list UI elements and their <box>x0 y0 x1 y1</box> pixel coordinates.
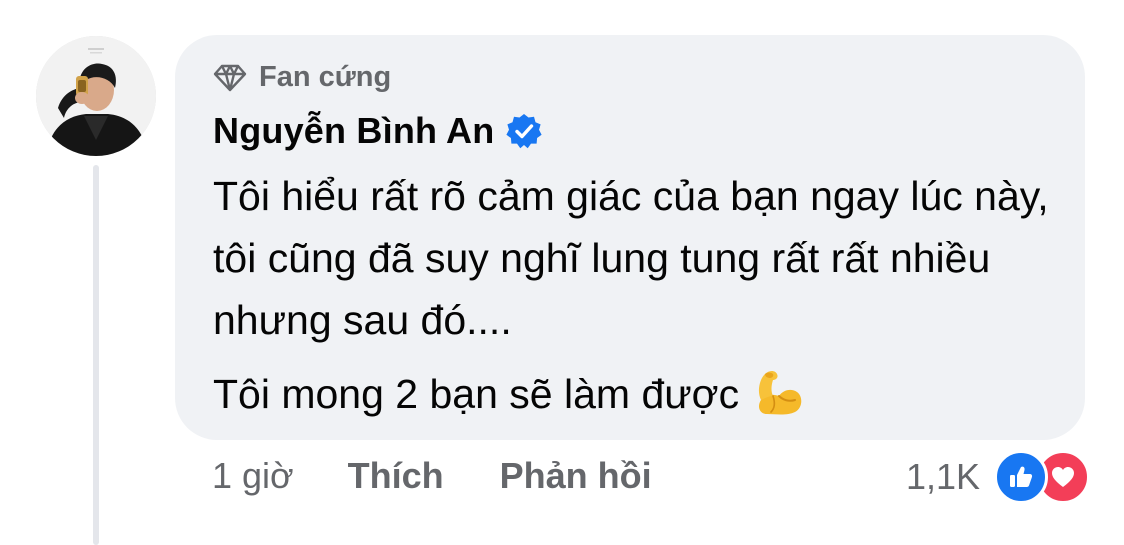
comment-text: Tôi hiểu rất rõ cảm giác của bạn ngay lú… <box>213 165 1073 435</box>
like-reaction-icon <box>994 450 1048 504</box>
flexed-biceps-emoji <box>753 366 805 435</box>
badge-label: Fan cứng <box>259 61 392 93</box>
timestamp[interactable]: 1 giờ <box>212 455 294 497</box>
avatar[interactable] <box>36 36 156 156</box>
reply-button[interactable]: Phản hồi <box>500 455 652 497</box>
verified-badge-icon <box>506 114 543 149</box>
author-name[interactable]: Nguyễn Bình An <box>213 110 494 152</box>
top-fan-badge[interactable]: Fan cứng <box>213 61 391 94</box>
reaction-count: 1,1K <box>905 456 980 497</box>
comment-paragraph: Tôi hiểu rất rõ cảm giác của bạn ngay lú… <box>213 173 1049 343</box>
comment-line: Tôi mong 2 bạn sẽ làm được <box>213 371 740 417</box>
comment-paragraph: Tôi mong 2 bạn sẽ làm được <box>213 363 1073 435</box>
reactions-summary[interactable]: 1,1K <box>906 450 1090 504</box>
like-button[interactable]: Thích <box>348 455 444 497</box>
avatar-photo <box>36 36 156 156</box>
thread-line <box>93 165 99 545</box>
diamond-icon <box>213 64 247 91</box>
comment-bubble: Fan cứng Nguyễn Bình An Tôi hiểu rất rõ … <box>175 35 1085 440</box>
comment-actions: 1 giờ Thích Phản hồi <box>212 455 708 497</box>
